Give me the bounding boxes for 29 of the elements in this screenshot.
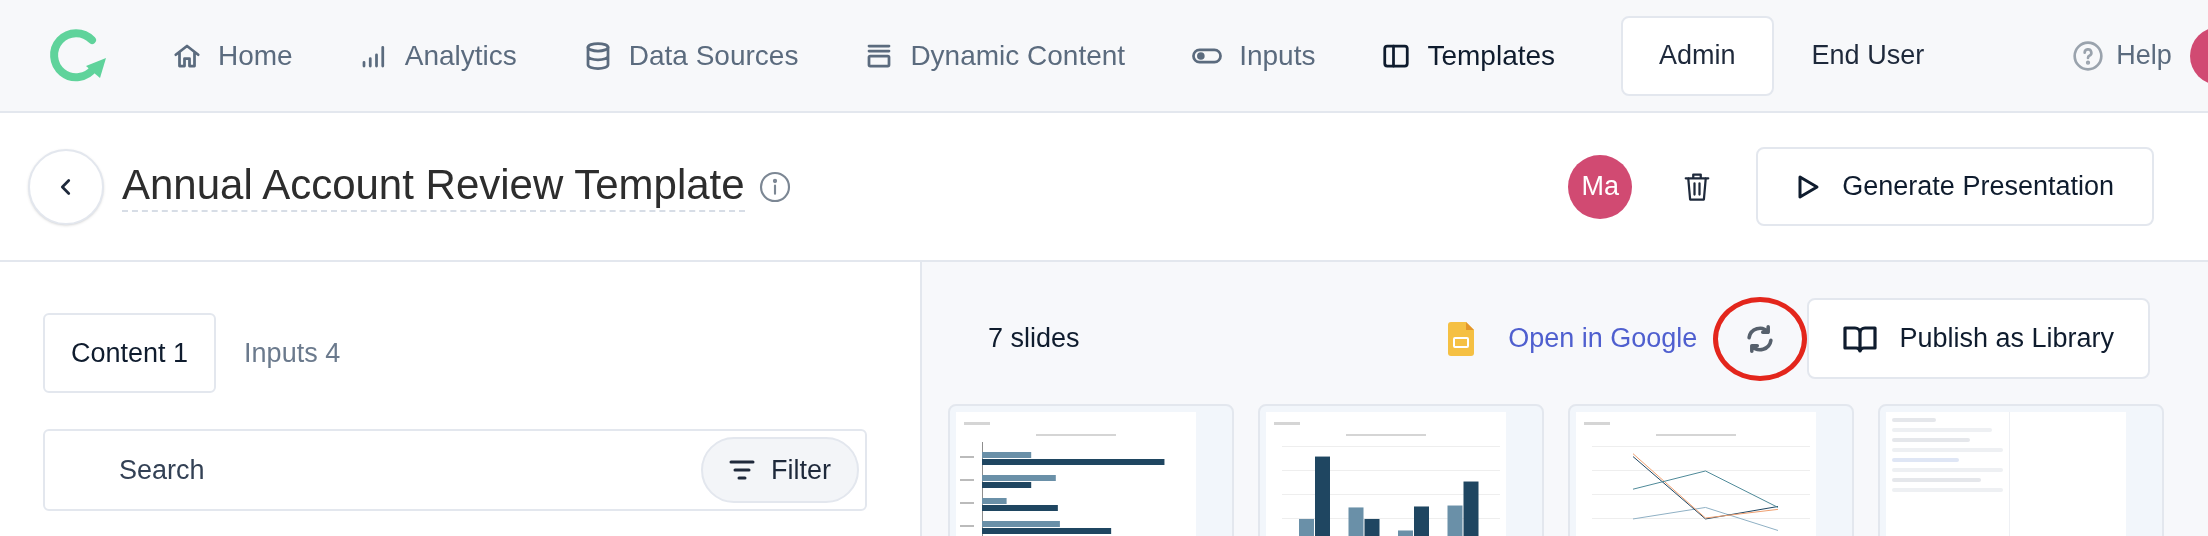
slides-file-icon (1448, 321, 1475, 356)
info-icon[interactable] (758, 170, 791, 203)
filter-button[interactable]: Filter (701, 437, 859, 503)
user-avatar[interactable]: Ma (1568, 154, 1633, 219)
open-in-google-link[interactable]: Open in Google (1508, 318, 1698, 359)
slide-thumbnail[interactable] (1568, 404, 1854, 536)
nav-link[interactable]: Analytics (358, 34, 517, 77)
play-icon (1796, 173, 1821, 200)
template-title[interactable]: Annual Account Review Template (122, 161, 745, 212)
publish-as-library-button[interactable]: Publish as Library (1807, 298, 2150, 379)
search-field[interactable]: Search Filter (43, 429, 867, 511)
panel-tab[interactable]: Inputs 4 (216, 313, 369, 393)
role-tab[interactable]: Admin (1621, 15, 1774, 96)
help-icon (2072, 39, 2105, 72)
nav-link[interactable]: Home (172, 34, 293, 77)
panel-tab[interactable]: Content 1 (43, 313, 217, 393)
nav-link[interactable]: Data Sources (582, 34, 799, 77)
filter-icon (729, 459, 755, 481)
slide-thumbnail[interactable] (1258, 404, 1544, 536)
generate-presentation-button[interactable]: Generate Presentation (1756, 147, 2154, 226)
nav-link[interactable]: Dynamic Content (864, 34, 1126, 77)
help-link[interactable]: Help (2072, 35, 2172, 76)
slide-thumbnail[interactable] (1878, 404, 2164, 536)
book-icon (1843, 324, 1878, 353)
slide-count: 7 slides (988, 322, 1080, 356)
role-tab[interactable]: End User (1773, 15, 1963, 96)
slide-thumbnail[interactable] (948, 404, 1234, 536)
nav-link[interactable]: Inputs (1191, 34, 1316, 77)
nav-link[interactable]: Templates (1381, 34, 1556, 77)
